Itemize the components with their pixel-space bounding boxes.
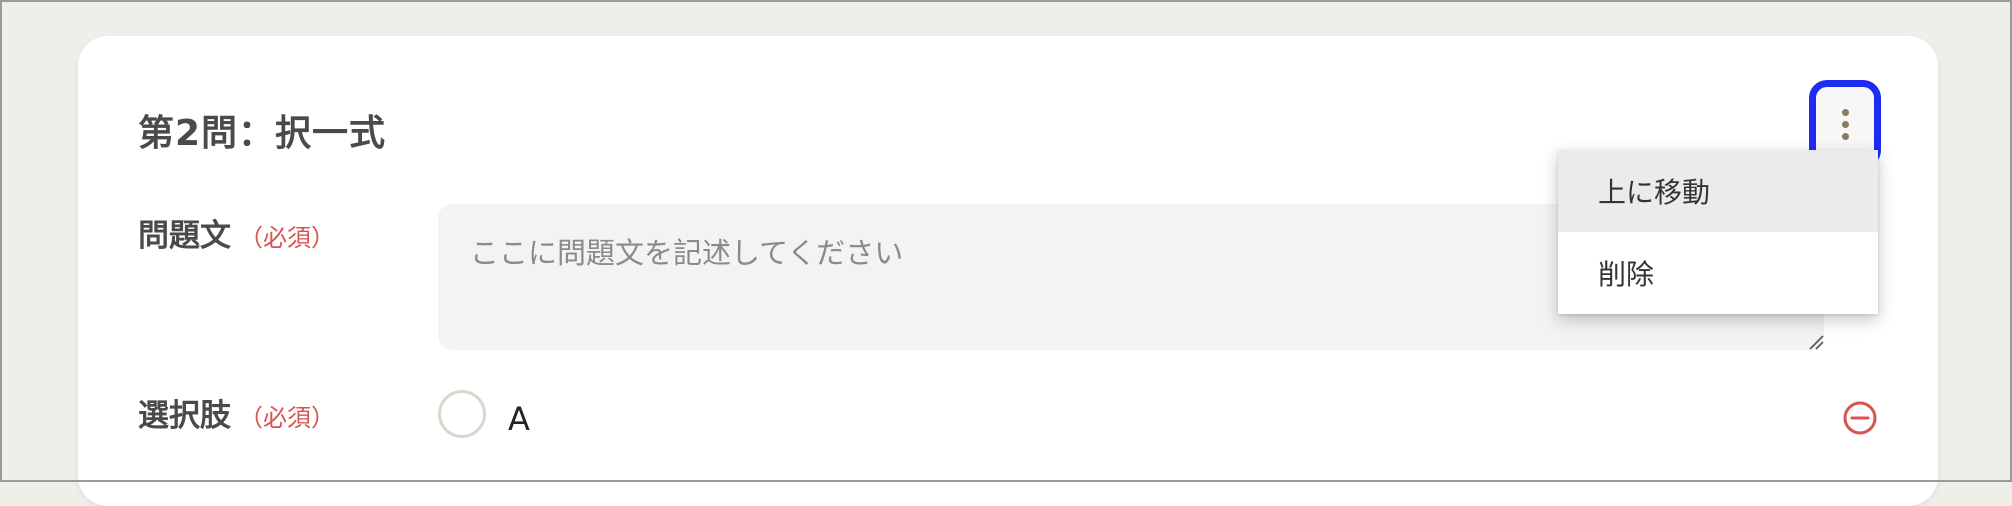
options-menu: 上に移動 削除 xyxy=(1558,150,1878,314)
menu-item-delete[interactable]: 削除 xyxy=(1558,232,1878,314)
question-text-label-text: 問題文 xyxy=(138,218,231,254)
choice-radio[interactable] xyxy=(438,390,486,438)
more-vertical-icon xyxy=(1841,108,1849,140)
question-text-label: 問題文 （必須） xyxy=(138,210,335,255)
choices-label-text: 選択肢 xyxy=(138,398,231,434)
required-badge: （必須） xyxy=(239,404,335,432)
choice-text[interactable]: A xyxy=(508,400,530,438)
resize-grip-icon[interactable] xyxy=(1806,332,1824,350)
question-title: 第2問：択一式 xyxy=(138,113,387,154)
menu-item-move-up[interactable]: 上に移動 xyxy=(1558,150,1878,232)
remove-circle-icon[interactable] xyxy=(1842,400,1878,436)
required-badge: （必須） xyxy=(239,224,335,252)
choices-label: 選択肢 （必須） xyxy=(138,390,335,435)
